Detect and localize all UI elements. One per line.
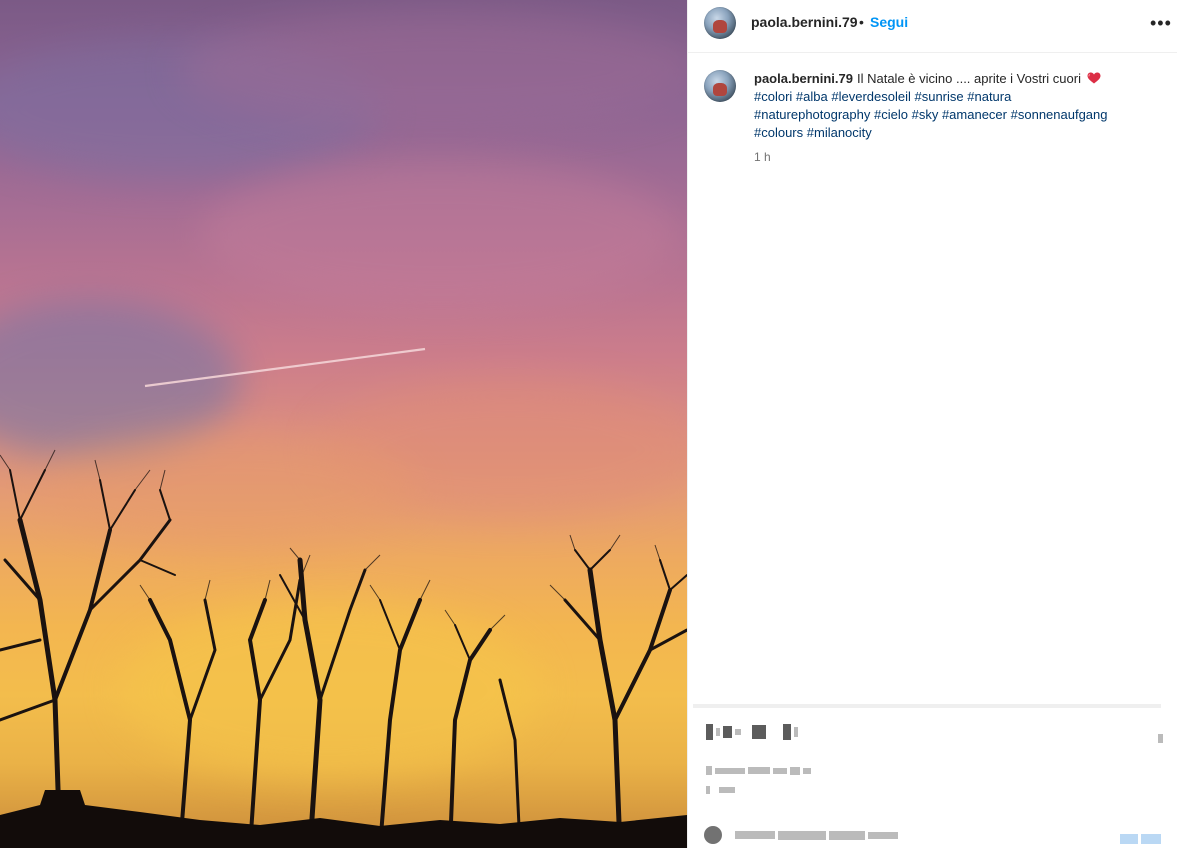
- caption-body: Il Natale è vicino .... aprite i Vostri …: [856, 71, 1081, 86]
- publish-button[interactable]: [1120, 834, 1161, 844]
- hashtag[interactable]: #sonnenaufgang: [1011, 107, 1108, 122]
- caption-username[interactable]: paola.bernini.79: [754, 71, 853, 86]
- heart-emoji-icon: [1087, 71, 1101, 84]
- hashtag[interactable]: #milanocity: [807, 125, 872, 140]
- save-icon[interactable]: [1158, 734, 1163, 743]
- hashtag[interactable]: #amanecer: [942, 107, 1007, 122]
- caption-timestamp: 1 h: [754, 150, 771, 164]
- post-header: paola.bernini.79 • Segui •••: [688, 0, 1177, 53]
- post-date: [706, 786, 735, 794]
- hashtag[interactable]: #colori: [754, 89, 792, 104]
- post-modal: paola.bernini.79 • Segui ••• paola.berni…: [0, 0, 1177, 848]
- hashtag[interactable]: #colours: [754, 125, 803, 140]
- author-username[interactable]: paola.bernini.79: [751, 14, 858, 30]
- hashtag[interactable]: #sunrise: [914, 89, 963, 104]
- hashtag[interactable]: #sky: [912, 107, 939, 122]
- hashtag[interactable]: #natura: [967, 89, 1011, 104]
- hashtag[interactable]: #naturephotography: [754, 107, 870, 122]
- hashtag[interactable]: #alba: [796, 89, 828, 104]
- separator-dot: •: [859, 14, 864, 30]
- section-divider: [693, 704, 1161, 708]
- more-options-icon[interactable]: •••: [1150, 13, 1172, 34]
- likes-count: [706, 766, 811, 775]
- comment-input-row[interactable]: [704, 826, 898, 844]
- action-icons-row[interactable]: [706, 724, 798, 740]
- author-avatar[interactable]: [704, 7, 736, 39]
- tree-silhouettes: [0, 347, 687, 848]
- follow-button[interactable]: Segui: [870, 14, 908, 30]
- hashtag[interactable]: #cielo: [874, 107, 908, 122]
- post-photo[interactable]: [0, 0, 687, 848]
- hashtag[interactable]: #leverdesoleil: [831, 89, 911, 104]
- caption-text: paola.bernini.79 Il Natale è vicino .... …: [754, 70, 1154, 142]
- contrail: [144, 347, 426, 388]
- post-details-panel: paola.bernini.79 • Segui ••• paola.berni…: [687, 0, 1177, 848]
- caption-author-avatar[interactable]: [704, 70, 736, 102]
